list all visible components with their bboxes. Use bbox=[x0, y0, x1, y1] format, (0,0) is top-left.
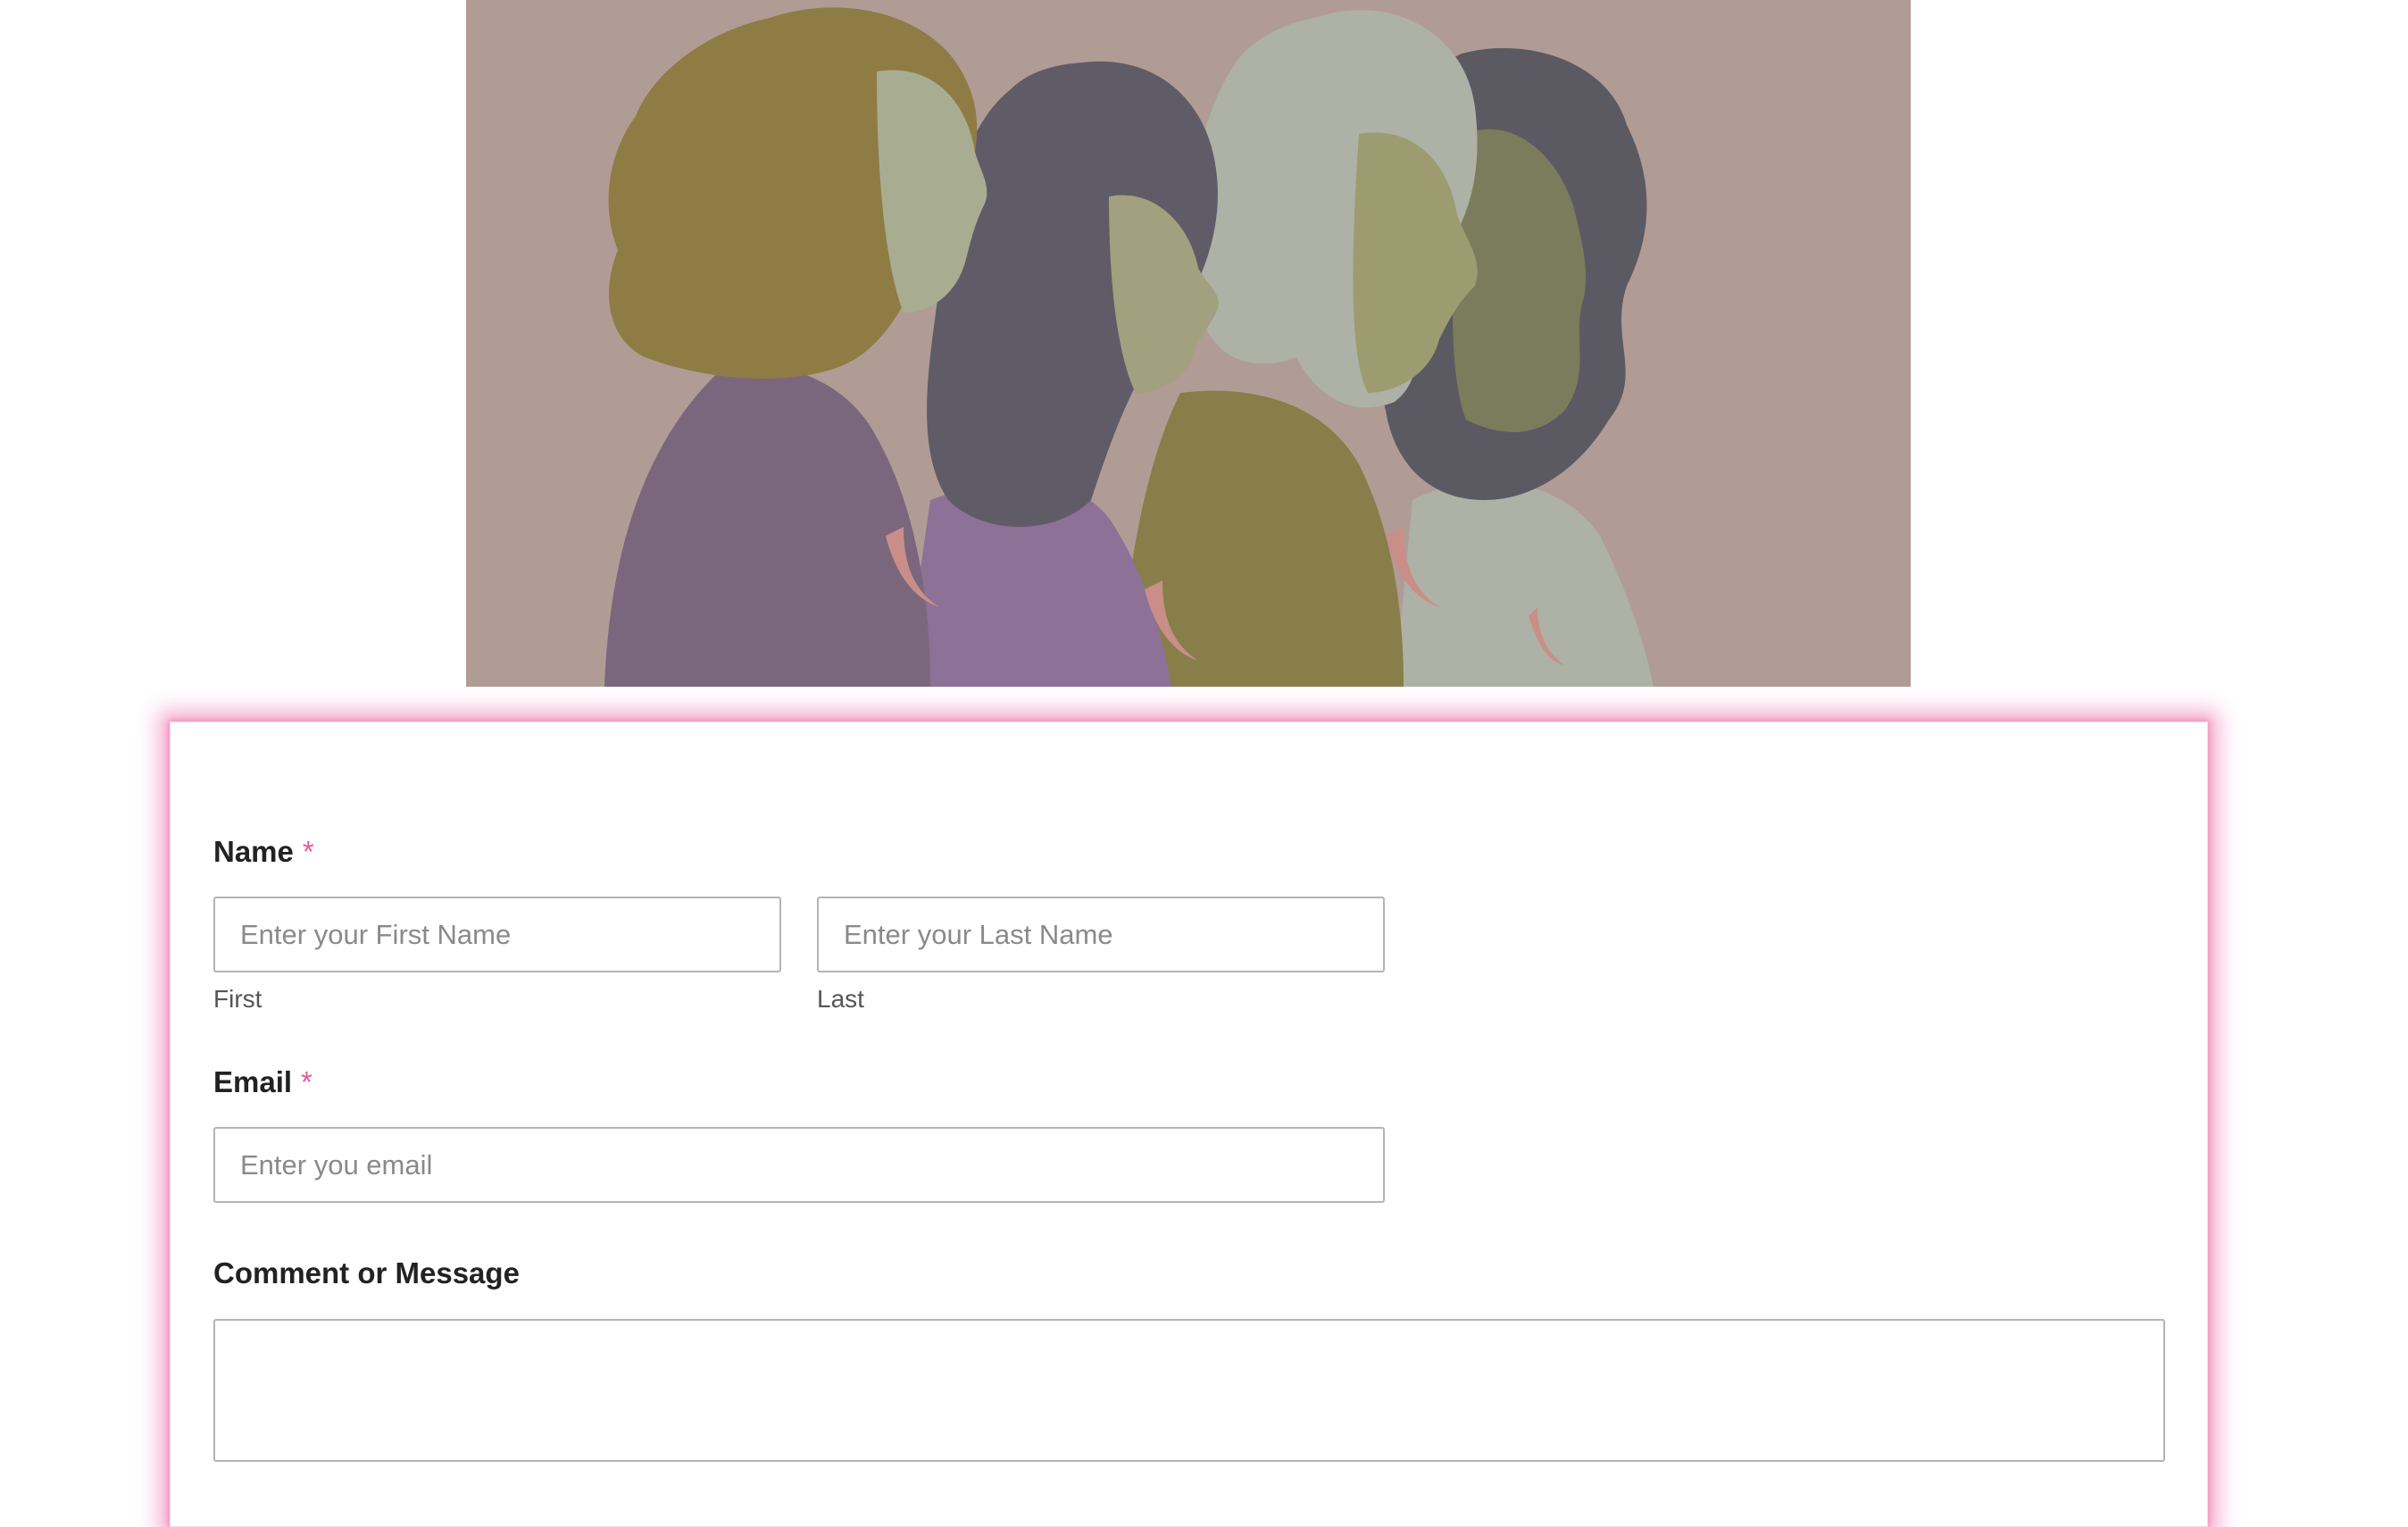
last-name-input[interactable] bbox=[817, 897, 1385, 972]
contact-form-card: Name* First Last Email* Comment or Messa… bbox=[170, 722, 2208, 1527]
hero-illustration bbox=[466, 0, 1911, 687]
first-name-input[interactable] bbox=[213, 897, 781, 972]
name-field-label: Name * bbox=[213, 835, 314, 869]
email-field-label: Email * bbox=[213, 1065, 312, 1099]
email-required-mark: * bbox=[301, 1065, 312, 1098]
email-input[interactable] bbox=[213, 1127, 1385, 1203]
message-textarea[interactable] bbox=[213, 1319, 2165, 1462]
name-label-text: Name bbox=[213, 835, 294, 868]
name-required-mark: * bbox=[302, 835, 314, 868]
message-field-label: Comment or Message bbox=[213, 1256, 520, 1289]
first-name-sublabel: First bbox=[213, 985, 262, 1013]
email-label-text: Email bbox=[213, 1065, 293, 1098]
last-name-sublabel: Last bbox=[817, 985, 864, 1013]
